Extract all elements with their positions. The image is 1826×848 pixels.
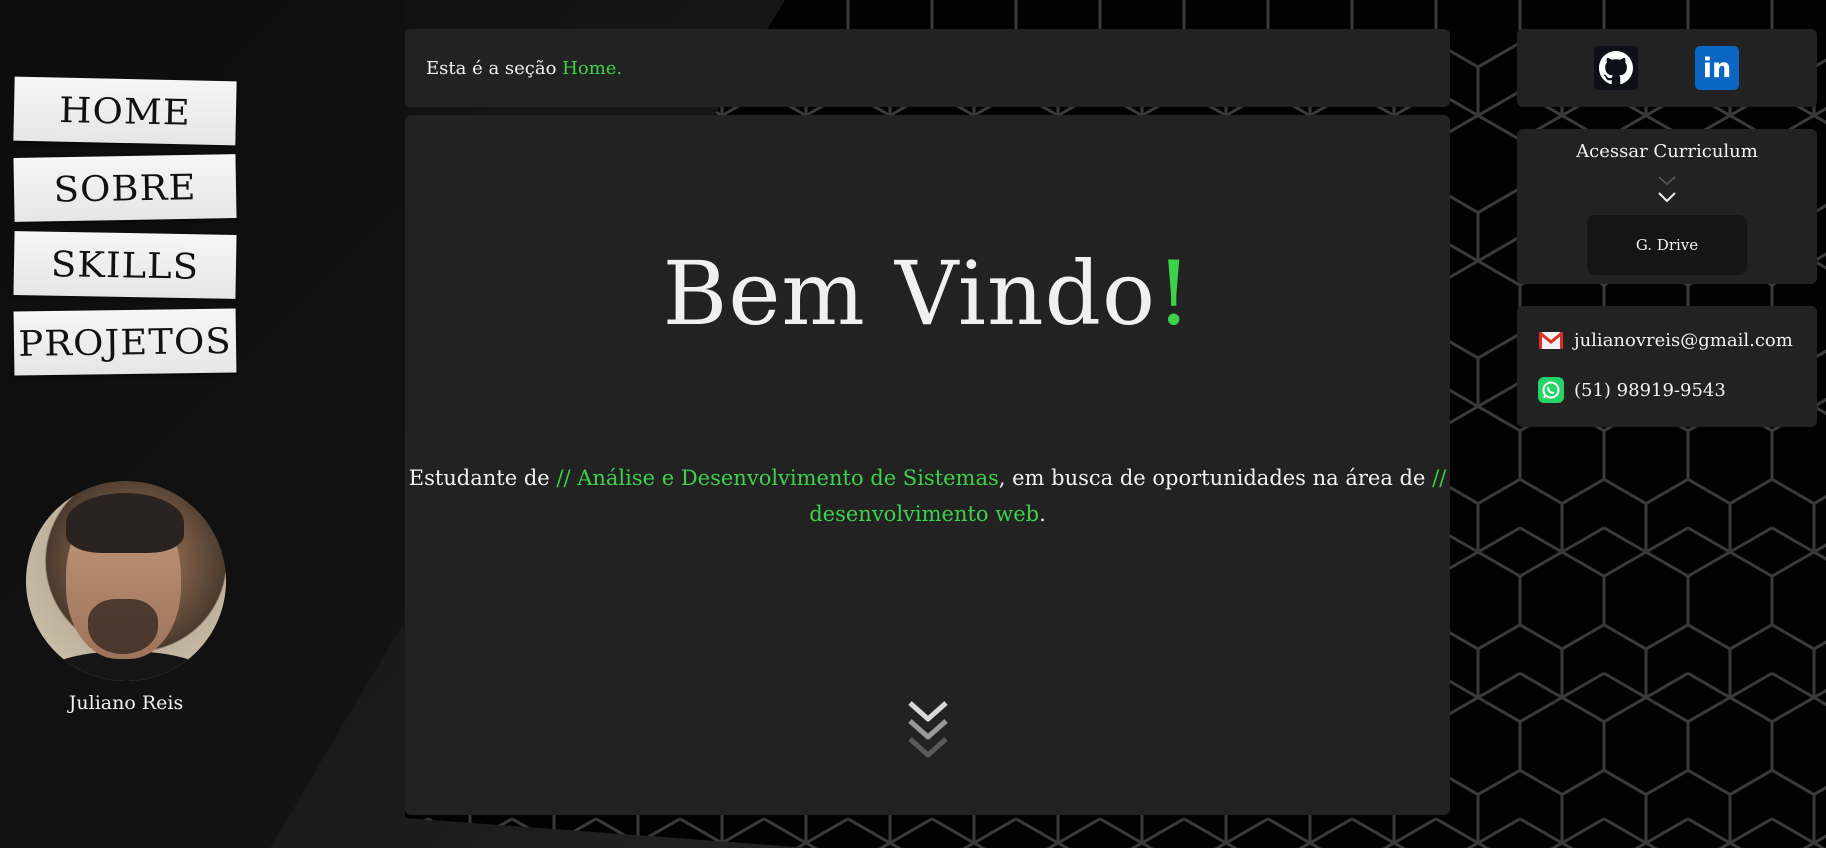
hero-title: Bem Vindo! (405, 242, 1450, 345)
github-icon[interactable] (1594, 46, 1638, 90)
phone-text: (51) 98919-9543 (1574, 379, 1726, 401)
hero-desc-highlight-1: // Análise e Desenvolvimento de Sistemas (556, 466, 999, 490)
nav-skills-button[interactable]: SKILLS (13, 231, 237, 299)
hero-desc-part-1: Estudante de (408, 466, 557, 490)
section-header-name: Home. (562, 57, 623, 79)
section-header-prefix: Esta é a seção (426, 57, 557, 79)
scroll-down-chevrons-icon[interactable] (907, 697, 949, 763)
phone-contact[interactable]: (51) 98919-9543 (1538, 375, 1726, 405)
email-contact[interactable]: julianovreis@gmail.com (1538, 325, 1793, 355)
contact-panel: julianovreis@gmail.com (51) 98919-9543 (1517, 306, 1817, 427)
profile-name: Juliano Reis (68, 692, 184, 714)
linkedin-icon[interactable]: in (1695, 46, 1739, 90)
nav-home-label: HOME (58, 89, 192, 133)
nav-projetos-label: PROJETOS (18, 320, 232, 364)
hero-title-text: Bem Vindo (662, 242, 1156, 345)
hero-desc-part-2: , em busca de oportunidades na área de (998, 466, 1433, 490)
curriculum-panel: Acessar Curriculum G. Drive (1517, 129, 1817, 284)
nav-skills-label: SKILLS (50, 243, 200, 287)
social-links-panel: in (1517, 29, 1817, 107)
hero-desc-part-3: . (1039, 502, 1046, 526)
nav-sobre-button[interactable]: SOBRE (13, 154, 237, 222)
github-logo (1599, 51, 1633, 85)
section-header-text: Esta é a seção Home. (426, 29, 622, 107)
chevron-down-icon (1658, 176, 1676, 203)
hero-panel: Bem Vindo! Estudante de // Análise e Des… (405, 115, 1450, 815)
section-header-panel: Esta é a seção Home. (405, 29, 1450, 107)
gmail-icon (1539, 331, 1563, 349)
avatar (26, 481, 226, 681)
email-text: julianovreis@gmail.com (1574, 329, 1793, 351)
whatsapp-icon (1538, 377, 1564, 403)
hero-description: Estudante de // Análise e Desenvolviment… (405, 460, 1450, 532)
hero-title-accent: ! (1155, 242, 1193, 345)
nav-projetos-button[interactable]: PROJETOS (13, 308, 237, 376)
nav-sobre-label: SOBRE (53, 166, 197, 210)
nav-home-button[interactable]: HOME (13, 76, 237, 146)
gdrive-button[interactable]: G. Drive (1587, 215, 1747, 275)
linkedin-glyph: in (1702, 52, 1732, 84)
curriculum-title: Acessar Curriculum (1576, 141, 1758, 162)
